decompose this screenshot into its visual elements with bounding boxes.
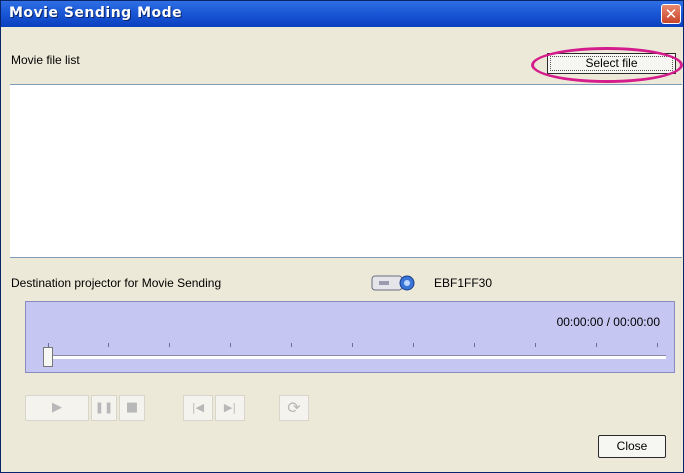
repeat-button[interactable]: ⟳ — [279, 395, 309, 421]
movie-sending-window: Movie Sending Mode ✕ Movie file list Sel… — [0, 0, 684, 473]
close-icon[interactable]: ✕ — [661, 4, 681, 24]
next-button[interactable]: ▶| — [215, 395, 245, 421]
seek-tick — [474, 343, 475, 347]
seek-tick — [413, 343, 414, 347]
select-file-button[interactable]: Select file — [547, 53, 676, 74]
movie-file-list[interactable] — [10, 84, 682, 258]
projector-name: EBF1FF30 — [434, 276, 493, 290]
seek-tick — [169, 343, 170, 347]
time-readout: 00:00:00 / 00:00:00 — [556, 315, 660, 329]
projector-icon — [371, 275, 415, 291]
seek-tick — [230, 343, 231, 347]
close-button[interactable]: Close — [598, 435, 666, 458]
destination-label: Destination projector for Movie Sending — [11, 276, 222, 290]
previous-button[interactable]: |◀ — [183, 395, 213, 421]
repeat-icon: ⟳ — [287, 398, 301, 417]
pause-icon: ❚❚ — [94, 401, 114, 414]
seek-tick — [657, 343, 658, 347]
previous-icon: |◀ — [191, 401, 205, 414]
movie-file-list-label: Movie file list — [11, 53, 80, 67]
window-title: Movie Sending Mode — [9, 5, 183, 21]
stop-icon: ■ — [125, 400, 139, 415]
stop-button[interactable]: ■ — [119, 395, 145, 421]
seek-slider-thumb[interactable] — [43, 347, 53, 367]
seek-tick — [352, 343, 353, 347]
pause-button[interactable]: ❚❚ — [91, 395, 117, 421]
play-button[interactable]: ▶ — [25, 395, 89, 421]
seek-tick — [108, 343, 109, 347]
focus-outline — [550, 56, 673, 71]
playback-panel: 00:00:00 / 00:00:00 — [25, 301, 675, 373]
seek-tick — [291, 343, 292, 347]
seek-track[interactable] — [48, 355, 666, 359]
seek-tick — [596, 343, 597, 347]
next-icon: ▶| — [223, 401, 237, 414]
play-icon: ▶ — [52, 400, 62, 415]
title-bar: Movie Sending Mode ✕ — [1, 1, 683, 27]
seek-tick — [535, 343, 536, 347]
